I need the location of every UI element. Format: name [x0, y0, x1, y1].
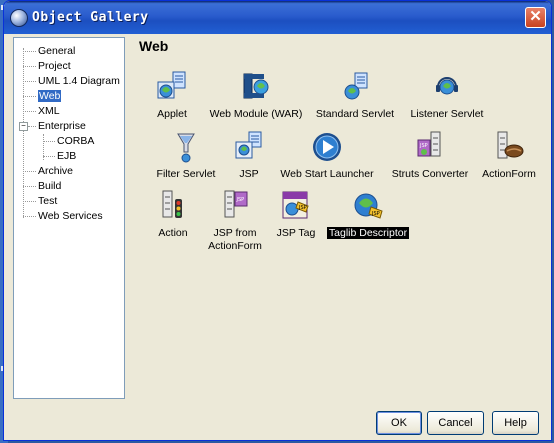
jsp-icon: [235, 131, 262, 159]
object-gallery-dialog: Object Gallery ✕ General Project UML 1.4…: [3, 0, 552, 441]
tree-item-test[interactable]: Test: [38, 194, 57, 208]
gallery-item-web-module[interactable]: Web Module (WAR): [207, 70, 305, 122]
tree-item-web-services[interactable]: Web Services: [38, 209, 103, 223]
gallery-item-standard-servlet[interactable]: Standard Servlet: [311, 70, 399, 122]
title-bar[interactable]: Object Gallery ✕: [4, 1, 551, 34]
web-module-icon: [243, 73, 269, 99]
selected-label: Taglib Descriptor: [326, 227, 410, 239]
tree-line: [23, 96, 36, 97]
gallery-item-action[interactable]: Action: [152, 189, 194, 241]
ok-button[interactable]: OK: [376, 411, 422, 435]
gallery-item-label: JSP: [239, 168, 259, 180]
tree-line: [28, 126, 36, 127]
tree-line: [43, 141, 55, 142]
tree-item-archive[interactable]: Archive: [38, 164, 73, 178]
gallery-item-actionform[interactable]: ActionForm: [479, 130, 539, 182]
tree-item-web[interactable]: Web: [38, 89, 62, 103]
filter-servlet-icon: [177, 133, 195, 163]
tree-item-ejb[interactable]: EJB: [57, 149, 76, 163]
tree-item-xml[interactable]: XML: [38, 104, 60, 118]
tree-line: [23, 66, 36, 67]
gallery-item-filter-servlet[interactable]: Filter Servlet: [152, 130, 220, 182]
gallery-item-label: Listener Servlet: [410, 108, 484, 120]
gallery-item-label: Filter Servlet: [156, 168, 216, 180]
tree-line: [23, 201, 36, 202]
actionform-icon: [497, 131, 524, 159]
gallery-item-struts-converter[interactable]: JSP Struts Converter: [385, 130, 475, 182]
label-line-2: ActionForm: [208, 240, 262, 252]
applet-icon: [157, 71, 186, 99]
taglib-descriptor-icon: JSP: [354, 193, 383, 219]
gallery-item-applet[interactable]: Applet: [145, 70, 199, 122]
struts-converter-icon: JSP: [417, 131, 441, 157]
tree-line: [23, 186, 36, 187]
listener-servlet-icon: [436, 77, 458, 95]
tree-line: [43, 156, 55, 157]
gallery-item-jsp-tag[interactable]: JSP JSP Tag: [273, 189, 319, 241]
gallery-item-label: ActionForm: [482, 168, 536, 180]
gallery-item-label: Web Module (WAR): [209, 108, 303, 120]
tree-item-corba[interactable]: CORBA: [57, 134, 94, 148]
action-icon: [162, 190, 182, 218]
collapse-icon[interactable]: −: [19, 122, 28, 131]
tree-line: [23, 51, 36, 52]
cancel-button[interactable]: Cancel: [427, 411, 484, 435]
gallery-item-label: Standard Servlet: [315, 108, 395, 120]
gallery-item-taglib-descriptor[interactable]: JSP Taglib Descriptor: [326, 189, 410, 241]
gallery-item-label: Action: [158, 227, 188, 239]
svg-text:JSP: JSP: [419, 143, 428, 149]
help-button[interactable]: Help: [492, 411, 539, 435]
category-tree[interactable]: General Project UML 1.4 Diagram Web XML …: [13, 37, 125, 399]
label-line-1: JSP from: [213, 227, 257, 239]
web-start-launcher-icon: [313, 133, 341, 161]
standard-servlet-icon: [344, 72, 368, 100]
tree-item-build[interactable]: Build: [38, 179, 61, 193]
gallery-item-label: JSP from ActionForm: [200, 227, 270, 253]
gallery-heading: Web: [139, 38, 169, 54]
tree-line: [23, 111, 36, 112]
svg-text:JSP: JSP: [371, 211, 380, 217]
gallery-item-label: Taglib Descriptor: [326, 227, 410, 240]
jsp-from-actionform-icon: JSP: [224, 190, 248, 218]
tree-item-general[interactable]: General: [38, 44, 75, 58]
tree-line: [23, 48, 24, 218]
tree-item-project[interactable]: Project: [38, 59, 71, 73]
svg-text:JSP: JSP: [298, 205, 307, 211]
gallery-item-jsp-from-actionform[interactable]: JSP JSP from ActionForm: [200, 189, 270, 253]
gallery-item-label: Web Start Launcher: [280, 168, 374, 180]
tree-line: [23, 81, 36, 82]
gallery-item-jsp[interactable]: JSP: [227, 130, 271, 182]
gallery-item-listener-servlet[interactable]: Listener Servlet: [405, 70, 489, 122]
gallery-item-web-start-launcher[interactable]: Web Start Launcher: [276, 130, 378, 182]
gallery-item-label: Struts Converter: [391, 168, 469, 180]
gallery-item-label: Applet: [157, 108, 187, 120]
app-icon: [10, 9, 28, 27]
tree-item-enterprise[interactable]: Enterprise: [38, 119, 86, 133]
jsp-tag-icon: JSP: [282, 191, 309, 219]
close-button[interactable]: ✕: [525, 7, 546, 28]
dialog-title: Object Gallery: [32, 10, 149, 25]
close-icon: ✕: [529, 8, 542, 25]
tree-item-uml[interactable]: UML 1.4 Diagram: [38, 74, 120, 88]
tree-line: [23, 171, 36, 172]
svg-text:JSP: JSP: [236, 197, 245, 203]
gallery-item-label: JSP Tag: [276, 227, 316, 239]
tree-line: [23, 216, 36, 217]
